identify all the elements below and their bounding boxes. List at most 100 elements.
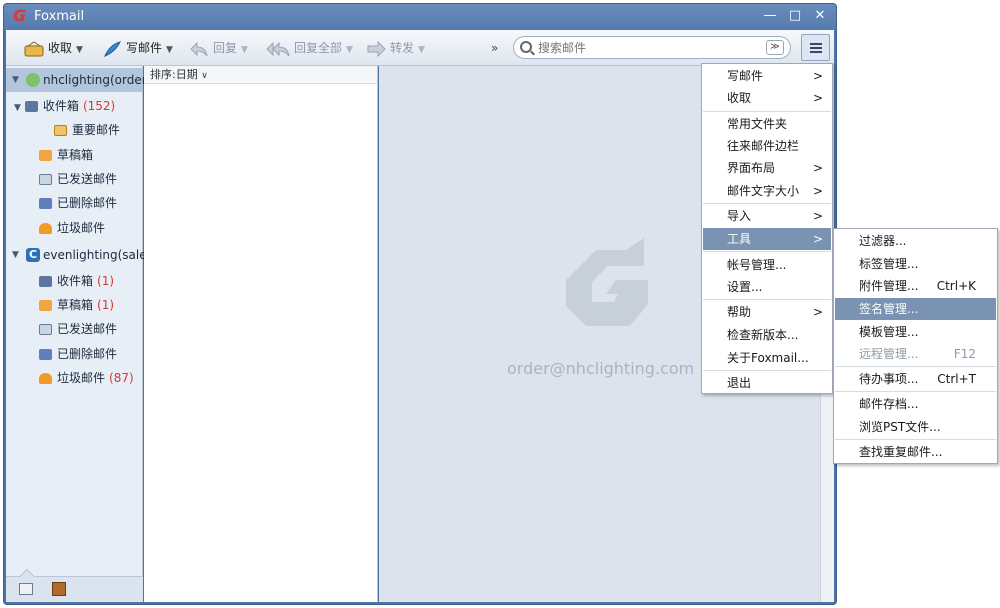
- menu-item-contact-sidebar[interactable]: 往来邮件边栏: [703, 135, 831, 157]
- main-menu-button[interactable]: [801, 34, 830, 61]
- unread-count: (152): [82, 99, 116, 113]
- search-icon: [520, 41, 532, 53]
- sort-label: 排序:日期: [150, 68, 198, 81]
- folder-inbox[interactable]: 收件箱 (1): [39, 271, 114, 291]
- reply-button[interactable]: 回复 ▼: [189, 38, 248, 58]
- menu-item-help[interactable]: 帮助 >: [703, 301, 831, 323]
- menu-item-layout[interactable]: 界面布局 >: [703, 157, 831, 179]
- folder-drafts[interactable]: 草稿箱: [39, 145, 93, 165]
- chevron-right-icon: >: [812, 184, 823, 198]
- compose-button[interactable]: 写邮件 ▼: [102, 38, 173, 58]
- foxmail-watermark-icon: [566, 238, 648, 326]
- search-options-icon[interactable]: ≫: [766, 40, 784, 55]
- search-input[interactable]: [538, 40, 758, 56]
- chevron-down-icon[interactable]: ▼: [418, 45, 425, 55]
- menu-item-text-size[interactable]: 邮件文字大小 >: [703, 180, 831, 202]
- account-email: order@nhclighting.com: [507, 359, 695, 378]
- menu-item-favorite-folders[interactable]: 常用文件夹: [703, 113, 831, 135]
- chevron-down-icon[interactable]: ▼: [166, 45, 173, 55]
- folder-inbox[interactable]: ▼ 收件箱 (152): [14, 96, 115, 116]
- search-box[interactable]: ≫: [513, 36, 791, 59]
- chevron-down-icon: ∨: [201, 71, 208, 81]
- folder-label: 草稿箱: [57, 148, 94, 162]
- menu-item-archive[interactable]: 邮件存档...: [835, 393, 996, 415]
- menu-item-about[interactable]: 关于Foxmail...: [703, 347, 831, 369]
- folder-sent[interactable]: 已发送邮件: [39, 319, 117, 339]
- menu-item-receive[interactable]: 收取 >: [703, 87, 831, 109]
- folder-label: 收件箱: [57, 274, 94, 288]
- account-evenlighting[interactable]: ▼ C evenlighting(sales): [6, 243, 158, 267]
- reply-all-button[interactable]: 回复全部 ▼: [266, 38, 353, 58]
- menu-item-attachments[interactable]: 附件管理... Ctrl+K: [835, 275, 996, 297]
- contacts-icon[interactable]: [52, 582, 66, 596]
- menu-item-import[interactable]: 导入 >: [703, 205, 831, 227]
- folder-label: 收件箱: [42, 99, 79, 113]
- maximize-icon[interactable]: □: [785, 7, 805, 25]
- trash-icon: [39, 349, 52, 360]
- folder-deleted[interactable]: 已删除邮件: [39, 344, 117, 364]
- compose-label: 写邮件: [126, 41, 163, 55]
- expand-arrow-icon[interactable]: ▼: [12, 243, 19, 267]
- more-toolbar-button[interactable]: »: [491, 38, 498, 58]
- folder-junk[interactable]: 垃圾邮件: [39, 218, 105, 238]
- menu-item-exit[interactable]: 退出: [703, 372, 831, 394]
- hamburger-menu-icon: [810, 43, 822, 45]
- reply-all-label: 回复全部: [294, 41, 343, 55]
- menu-item-compose[interactable]: 写邮件 >: [703, 65, 831, 87]
- menu-item-pst[interactable]: 浏览PST文件...: [835, 416, 996, 438]
- folder-label: 重要邮件: [72, 123, 121, 137]
- drafts-icon: [39, 150, 52, 161]
- sort-dropdown[interactable]: 排序:日期 ∨: [144, 66, 377, 84]
- mail-list: 排序:日期 ∨: [144, 66, 378, 602]
- menu-item-accounts[interactable]: 帐号管理...: [703, 254, 831, 276]
- junk-fire-icon: [39, 223, 52, 234]
- minimize-icon[interactable]: —: [760, 7, 780, 25]
- unread-count: (1): [97, 298, 115, 312]
- receive-button[interactable]: 收取 ▼: [24, 38, 83, 58]
- folder-deleted[interactable]: 已删除邮件: [39, 193, 117, 213]
- menu-separator: [703, 111, 831, 112]
- forward-arrow-icon: [367, 40, 386, 57]
- menu-separator: [703, 370, 831, 371]
- expand-arrow-icon[interactable]: ▼: [12, 68, 19, 92]
- receive-label: 收取: [48, 41, 73, 55]
- expand-arrow-icon[interactable]: ▼: [14, 103, 21, 113]
- menu-item-todo[interactable]: 待办事项... Ctrl+T: [835, 368, 996, 390]
- account-name: evenlighting(sales): [43, 248, 158, 262]
- menu-item-filters[interactable]: 过滤器...: [835, 230, 996, 252]
- close-icon[interactable]: ✕: [810, 7, 830, 25]
- chevron-down-icon[interactable]: ▼: [241, 45, 248, 55]
- chevron-down-icon[interactable]: ▼: [76, 45, 83, 55]
- folder-sidebar: ▼ nhclighting(order) ▼ 收件箱 (152) 重要邮件 草稿箱 …: [6, 66, 158, 602]
- menu-item-duplicates[interactable]: 查找重复邮件...: [835, 441, 996, 463]
- inbox-icon: [39, 276, 52, 287]
- folder-drafts[interactable]: 草稿箱 (1): [39, 295, 114, 315]
- chevron-right-icon: >: [812, 209, 823, 223]
- chevron-right-icon: >: [812, 232, 823, 246]
- menu-item-signatures[interactable]: 签名管理...: [835, 298, 996, 320]
- menu-separator: [703, 299, 831, 300]
- menu-separator: [835, 439, 996, 440]
- menu-item-settings[interactable]: 设置...: [703, 276, 831, 298]
- folder-sent[interactable]: 已发送邮件: [39, 169, 117, 189]
- menu-item-remote[interactable]: 远程管理... F12: [835, 343, 996, 365]
- chevron-down-icon[interactable]: ▼: [346, 45, 353, 55]
- folder-junk[interactable]: 垃圾邮件 (87): [39, 368, 134, 388]
- account-avatar-icon: [26, 73, 40, 87]
- trash-icon: [39, 198, 52, 209]
- toolbar: 收取▼ 写邮件▼ 回复▼ 回复全部▼ 转发▼ » ≫: [6, 30, 834, 66]
- menu-separator: [835, 366, 996, 367]
- folder-label: 已删除邮件: [57, 196, 118, 210]
- reply-all-arrow-icon: [266, 41, 290, 56]
- forward-button[interactable]: 转发 ▼: [366, 38, 425, 58]
- account-nhclighting[interactable]: ▼ nhclighting(order): [6, 68, 151, 92]
- menu-item-templates[interactable]: 模板管理...: [835, 321, 996, 343]
- menu-item-tags[interactable]: 标签管理...: [835, 253, 996, 275]
- title-bar[interactable]: G Foxmail — □ ✕: [4, 4, 836, 30]
- menu-item-tools[interactable]: 工具 >: [703, 228, 831, 250]
- menu-item-check-updates[interactable]: 检查新版本...: [703, 324, 831, 346]
- menu-separator: [835, 391, 996, 392]
- folder-important[interactable]: 重要邮件: [54, 120, 120, 140]
- sent-icon: [39, 174, 52, 185]
- mail-view-icon[interactable]: [19, 583, 33, 595]
